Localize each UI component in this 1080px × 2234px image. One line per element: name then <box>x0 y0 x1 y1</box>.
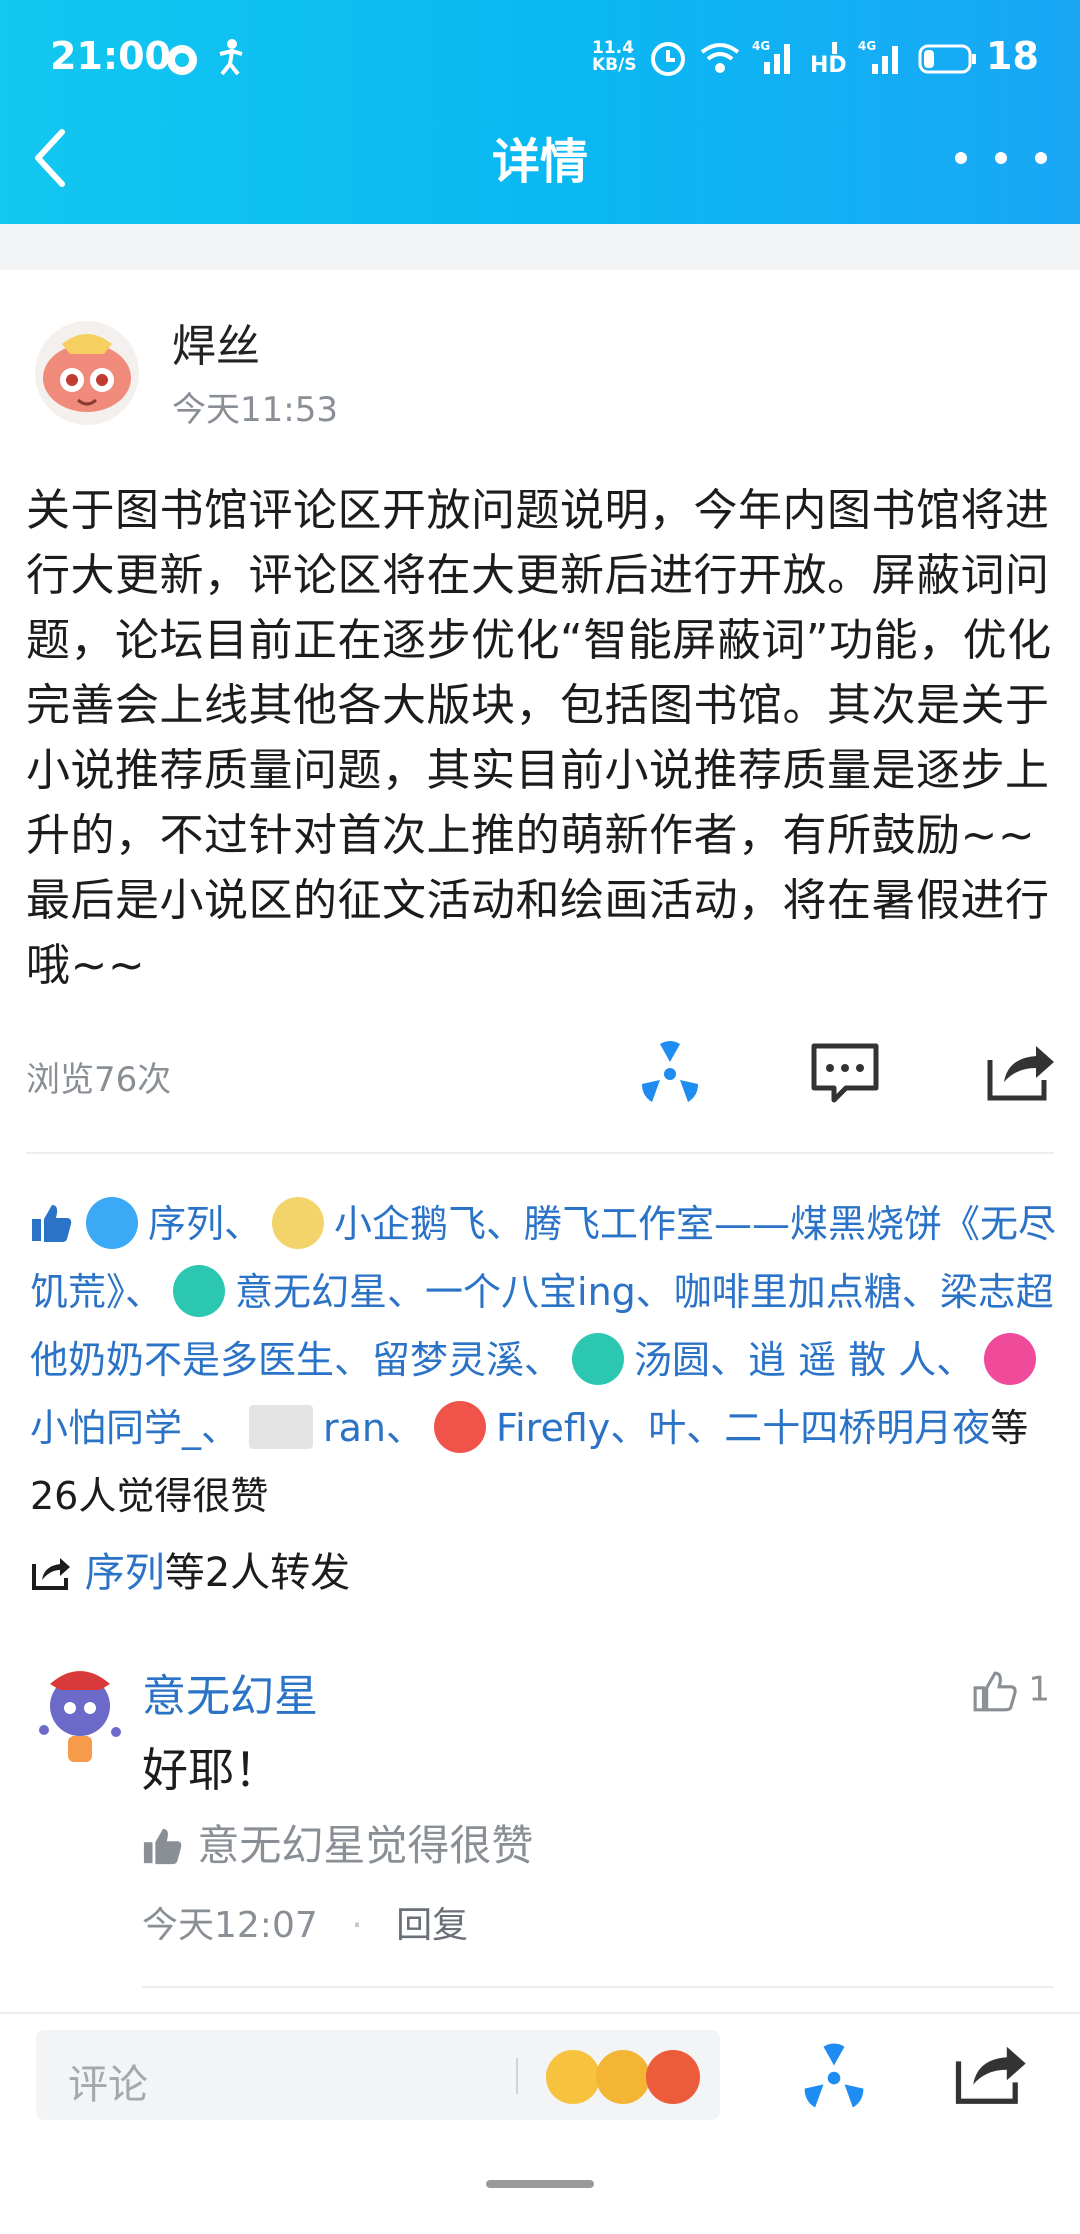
dot-separator: · <box>351 1905 363 1946</box>
comment-liked-by-text: 意无幻星觉得很赞 <box>197 1821 534 1870</box>
battery-icon <box>918 44 976 74</box>
comment-meta: 今天12:07 · 回复 <box>142 1896 468 1948</box>
alarm-icon <box>651 42 685 76</box>
thumb-up-icon <box>32 1204 72 1242</box>
accessibility-icon <box>219 39 243 76</box>
post-content: 关于图书馆评论区开放问题说明，今年内图书馆将进行大更新，评论区将在大更新后进行开… <box>26 485 1052 991</box>
battery-level: 18 <box>986 34 1039 78</box>
signal-4g-icon: 4G <box>752 39 790 74</box>
like-icon[interactable] <box>630 1032 710 1112</box>
user-badge-image-icon <box>249 1404 314 1449</box>
wifi-icon <box>700 43 740 73</box>
divider <box>142 1986 1054 1988</box>
liker[interactable]: Firefly、叶、二十四桥明月夜 <box>496 1406 990 1450</box>
divider <box>26 1152 1054 1154</box>
author-name[interactable]: 焊丝 <box>172 310 260 374</box>
more-options-icon[interactable] <box>946 130 1056 180</box>
svg-text:4G: 4G <box>858 39 876 53</box>
net-speed: 11.4 KB/S <box>592 40 637 75</box>
user-badge-icon <box>86 1196 138 1249</box>
post-time: 今天11:53 <box>172 390 338 430</box>
comment-liked-by: 意无幻星觉得很赞 <box>142 1812 533 1873</box>
thumb-up-outline-icon <box>973 1671 1017 1712</box>
status-time: 21:00 <box>50 34 171 78</box>
liker[interactable]: 汤圆、逍 遥 散 人、 <box>634 1338 974 1382</box>
comment-like-button[interactable]: 1 <box>972 1668 1050 1714</box>
comment-icon[interactable] <box>806 1032 886 1112</box>
user-badge-icon <box>572 1332 625 1385</box>
liker[interactable]: 序列、 <box>148 1202 262 1246</box>
svg-text:HD: HD <box>810 53 847 78</box>
forward-icon <box>32 1558 70 1590</box>
comment-like-count: 1 <box>1028 1669 1050 1710</box>
forward-info: 序列等2人转发 <box>30 1540 350 1598</box>
net-speed-unit: KB/S <box>592 55 637 75</box>
share-icon[interactable] <box>980 1032 1060 1112</box>
nav-bar: 详情 <box>0 110 1080 220</box>
bottom-bar: 评论 <box>0 2012 1080 2234</box>
comment-item: 意无幻星 1 好耶！ 意无幻星觉得很赞 今天12:07 · 回复 <box>0 1650 1080 1990</box>
user-badge-icon <box>173 1264 226 1317</box>
forward-user[interactable]: 序列 <box>85 1550 165 1596</box>
user-badge-icon <box>984 1332 1037 1385</box>
author-avatar[interactable] <box>32 318 142 428</box>
comment-input[interactable]: 评论 <box>36 2030 720 2120</box>
home-indicator[interactable] <box>486 2180 594 2188</box>
reply-button[interactable]: 回复 <box>396 1905 468 1946</box>
share-icon[interactable] <box>948 2032 1032 2116</box>
grin-emoji-icon[interactable] <box>546 2050 600 2104</box>
input-separator <box>516 2058 518 2094</box>
hd-icon: HD <box>810 42 847 78</box>
user-badge-icon <box>434 1400 487 1453</box>
page-title: 详情 <box>491 134 588 190</box>
section-gap <box>0 224 1080 270</box>
status-bar: 21:00 11.4 KB/S 4G HD 4G 18 <box>0 0 1080 120</box>
commenter-name[interactable]: 意无幻星 <box>142 1660 318 1724</box>
liker[interactable]: ran、 <box>323 1406 424 1450</box>
signal-4g-icon-2: 4G <box>858 39 898 74</box>
comment-time: 今天12:07 <box>142 1905 318 1946</box>
comment-placeholder: 评论 <box>68 2062 148 2108</box>
notification-icon <box>167 45 197 75</box>
liker[interactable]: 小怕同学_、 <box>30 1406 239 1450</box>
angry-emoji-icon[interactable] <box>646 2050 700 2104</box>
comment-text: 好耶！ <box>142 1743 280 1797</box>
user-badge-icon <box>272 1196 325 1249</box>
svg-text:4G: 4G <box>752 39 770 53</box>
app-header: 21:00 11.4 KB/S 4G HD 4G 18 详情 <box>0 0 1080 224</box>
like-icon[interactable] <box>792 2034 876 2118</box>
laugh-emoji-icon[interactable] <box>596 2050 650 2104</box>
commenter-avatar[interactable] <box>30 1660 130 1770</box>
likes-list: 序列、 小企鹅飞、腾飞工作室——煤黑烧饼《无尽饥荒》、 意无幻星、一个八宝ing、咖… <box>30 1190 1060 1530</box>
forward-summary: 等2人转发 <box>164 1550 351 1596</box>
thumb-up-icon <box>143 1828 182 1864</box>
view-count: 浏览76次 <box>26 1060 172 1100</box>
